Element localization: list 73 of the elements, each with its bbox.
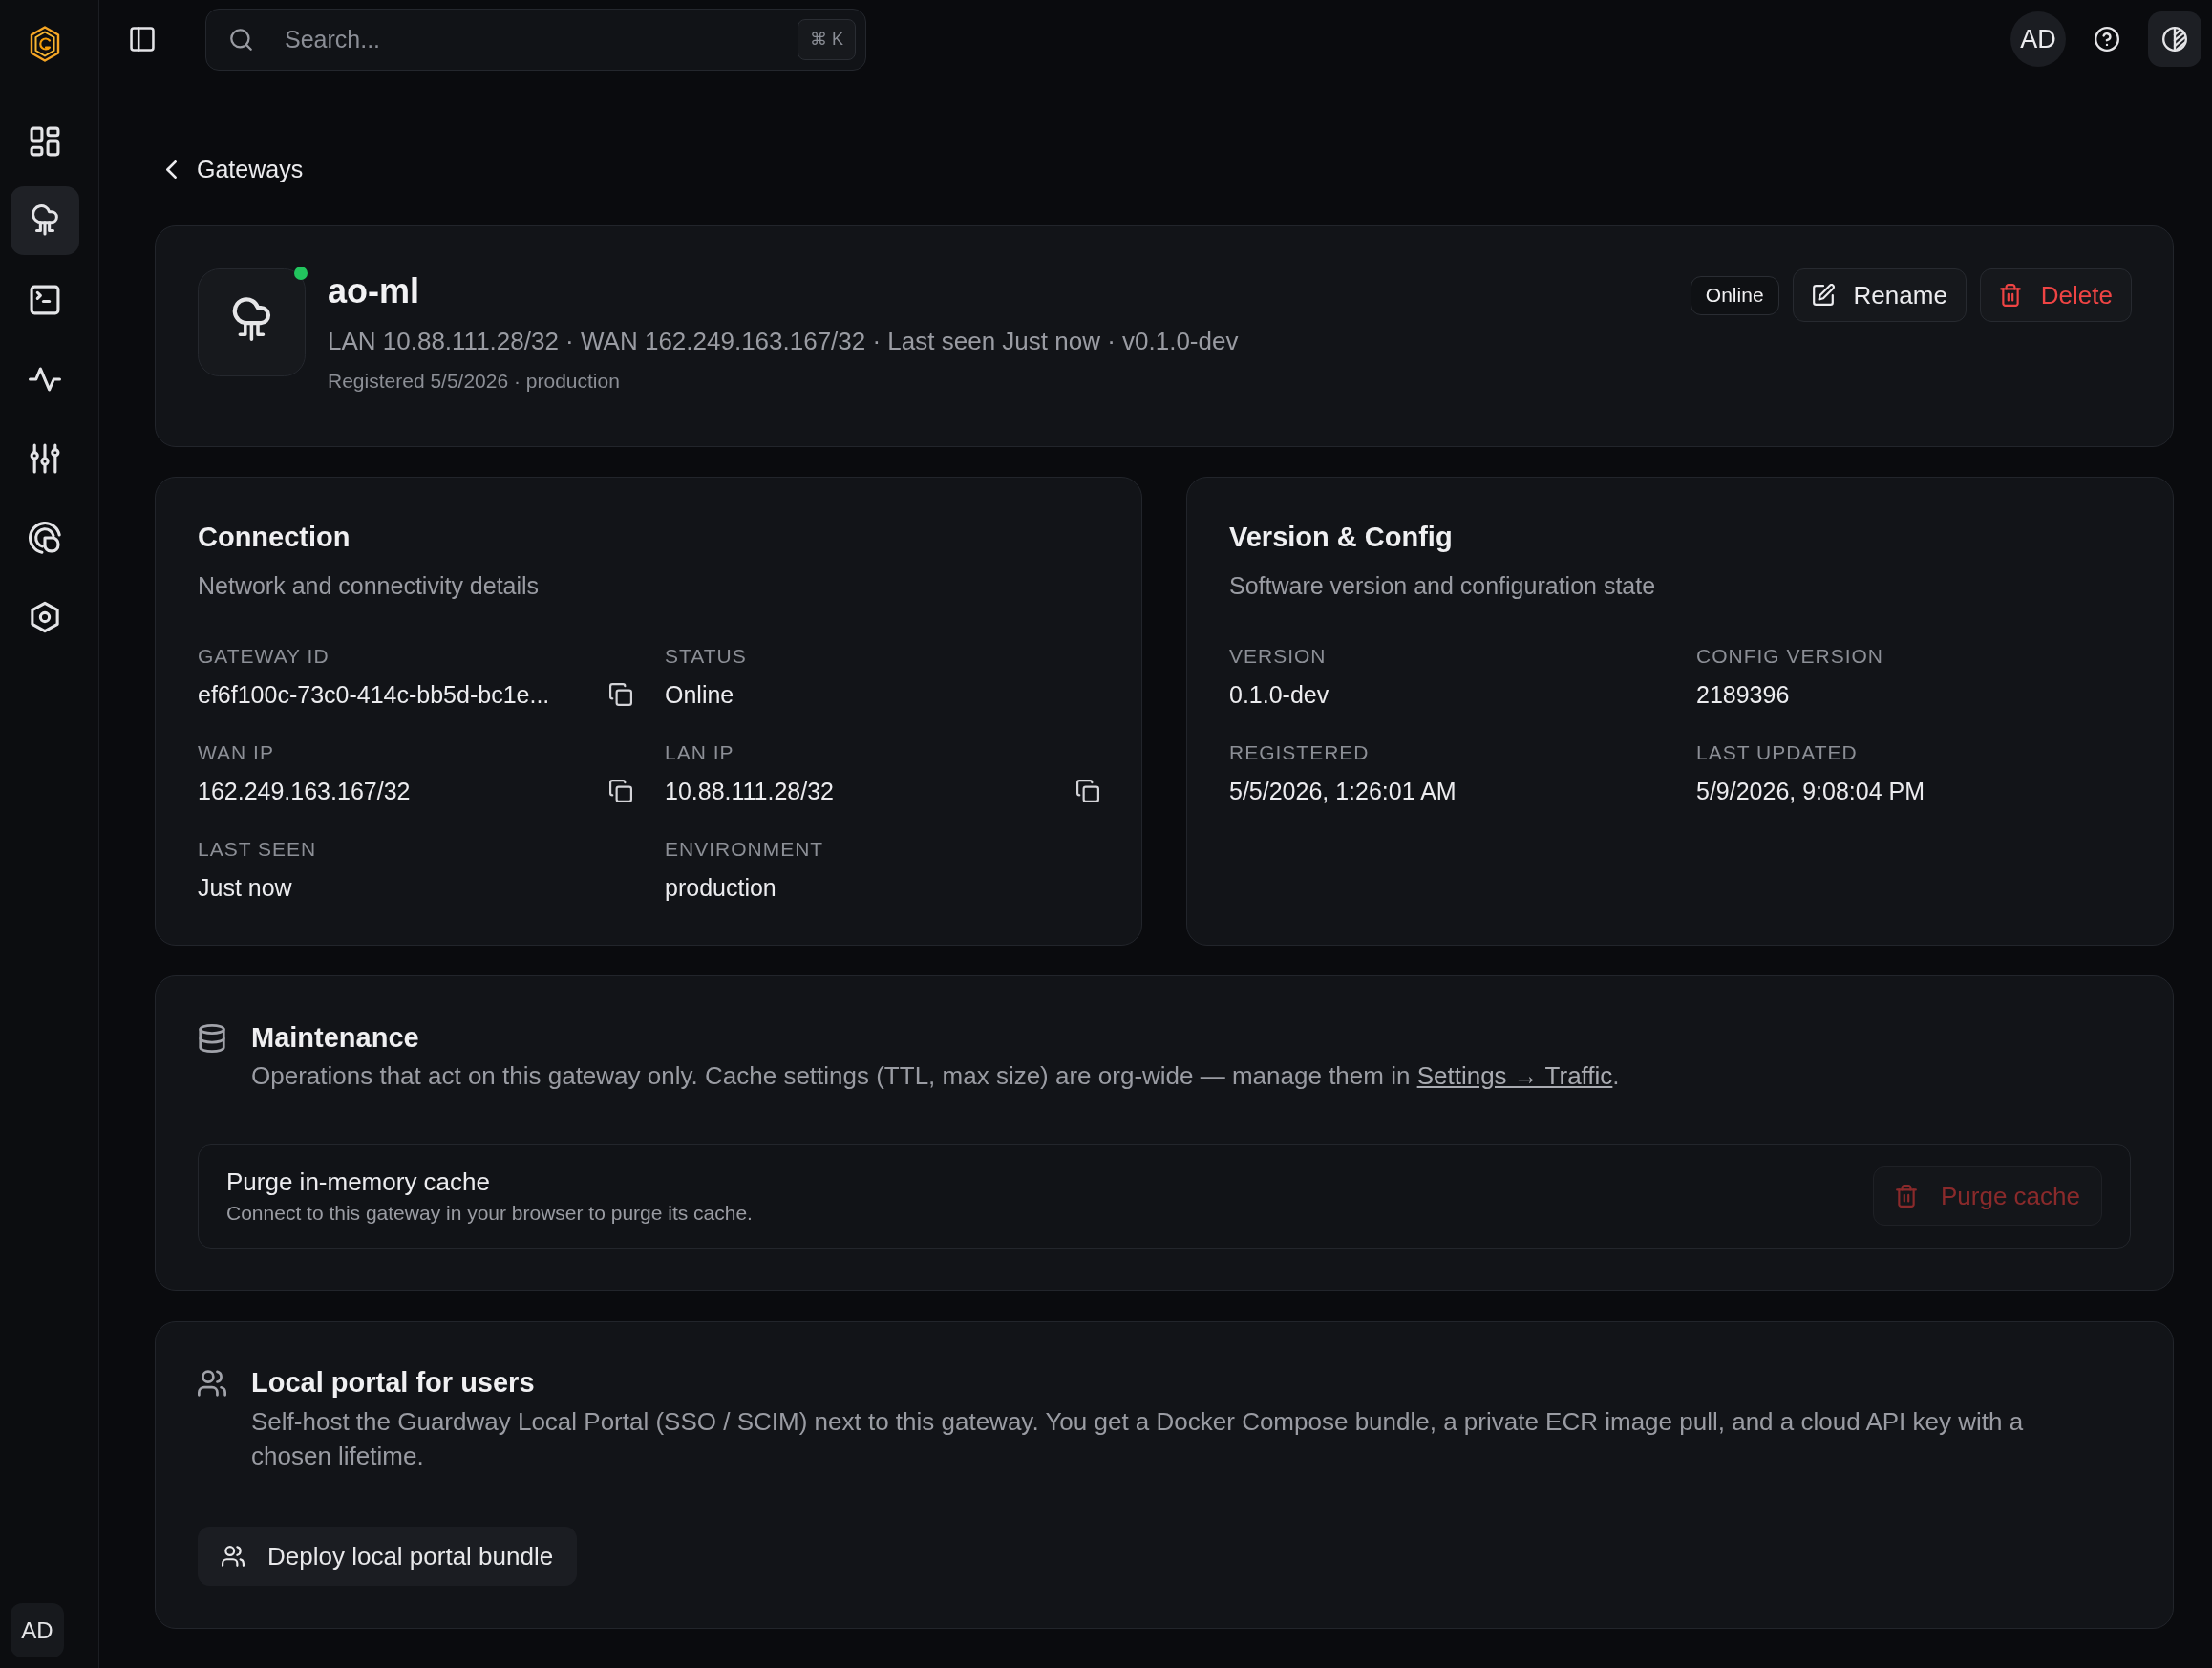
chevron-left-icon (166, 160, 177, 179)
sidebar-toggle-button[interactable] (129, 26, 156, 53)
users-icon (198, 1369, 226, 1398)
action-description: Connect to this gateway in your browser to purge its cache. (226, 1201, 753, 1226)
search-icon (229, 27, 253, 52)
concentric-arcs-icon (29, 522, 61, 554)
card-subtitle: Network and connectivity details (198, 571, 541, 601)
action-title: Purge in-memory cache (226, 1166, 491, 1198)
dashboard-grid-icon (29, 125, 61, 158)
terminal-icon (29, 284, 61, 316)
cloud-icon (198, 268, 306, 376)
theme-toggle-button[interactable] (2148, 11, 2201, 67)
field-label: LAN IP (665, 740, 735, 765)
shortcut-hint: ⌘ K (798, 18, 856, 60)
copy-icon (609, 780, 632, 802)
card-subtitle: Software version and configuration state (1229, 571, 1657, 601)
copy-button[interactable] (609, 780, 632, 802)
field-value: 10.88.111.28/32 (665, 777, 834, 806)
card-title: Version & Config (1229, 521, 1454, 554)
field-value: 5/9/2026, 9:08:04 PM (1696, 777, 1925, 806)
section-description: Operations that act on this gateway only. Cache settings (TTL, max size) are org-wide — manage them in Settings → Traffic. (251, 1060, 1621, 1092)
cloud-icon (29, 204, 61, 237)
field-label: ENVIRONMENT (665, 837, 825, 862)
field-label: LAST UPDATED (1696, 740, 1859, 765)
field-value: 162.249.163.167/32 (198, 777, 411, 806)
deploy-bundle-button[interactable]: Deploy local portal bundle (198, 1527, 578, 1586)
section-title: Maintenance (251, 1021, 420, 1055)
panel-left-icon (129, 26, 156, 53)
user-avatar[interactable]: AD (2010, 11, 2066, 67)
card-title: Connection (198, 521, 351, 554)
search-field[interactable]: Search... ⌘ K (205, 8, 866, 71)
field-label: VERSION (1229, 644, 1328, 669)
field-value: 0.1.0-dev (1229, 680, 1329, 710)
edit-icon (1811, 284, 1835, 307)
field-label: GATEWAY ID (198, 644, 330, 669)
copy-button[interactable] (609, 683, 632, 706)
field-value: Just now (198, 873, 292, 903)
field-label: LAST SEEN (198, 837, 318, 862)
contrast-icon (2162, 27, 2187, 52)
trash-icon (1998, 284, 2022, 307)
section-title: Local portal for users (251, 1366, 536, 1400)
section-description: Self-host the Guardway Local Portal (SSO / SCIM) next to this gateway. You get a Docker Compose bundle, a private ECR image pull, and a cloud API key with a chosen lifetime. (251, 1406, 2025, 1472)
field-label: CONFIG VERSION (1696, 644, 1885, 669)
help-button[interactable] (2095, 27, 2119, 52)
field-value: ef6f100c-73c0-414c-bb5d-bc1e... (198, 680, 550, 710)
search-input[interactable]: Search... (283, 24, 798, 54)
hexagon-logo-icon[interactable] (30, 26, 60, 62)
field-value: 2189396 (1696, 680, 1790, 710)
field-label: STATUS (665, 644, 748, 669)
field-value: 5/5/2026, 1:26:01 AM (1229, 777, 1457, 806)
back-link[interactable]: Gateways (155, 152, 304, 186)
users-icon (222, 1545, 245, 1568)
gateway-name: ao-ml (328, 272, 420, 310)
user-avatar[interactable]: AD (11, 1603, 64, 1657)
field-value: Online (665, 680, 734, 710)
copy-button[interactable] (1076, 780, 1099, 802)
nav-item[interactable] (11, 186, 79, 255)
rename-button[interactable]: Rename (1792, 268, 1967, 322)
field-label: REGISTERED (1229, 740, 1371, 765)
gateway-summary: LAN 10.88.111.28/32 · WAN 162.249.163.167/32 · Last seen Just now · v0.1.0-dev (328, 327, 1239, 355)
delete-button[interactable]: Delete (1979, 268, 2132, 322)
copy-icon (1076, 780, 1099, 802)
status-badge: Online (1690, 275, 1779, 315)
field-value: production (665, 873, 776, 903)
help-icon (2095, 27, 2119, 52)
hexagon-nut-icon (29, 601, 61, 633)
settings-link[interactable]: Settings → Traffic (1416, 1061, 1613, 1090)
database-icon (198, 1024, 226, 1053)
copy-icon (609, 683, 632, 706)
sliders-icon (29, 442, 61, 475)
gateway-meta: Registered 5/5/2026 · production (328, 369, 621, 394)
field-label: WAN IP (198, 740, 275, 765)
trash-icon (1895, 1185, 1918, 1208)
